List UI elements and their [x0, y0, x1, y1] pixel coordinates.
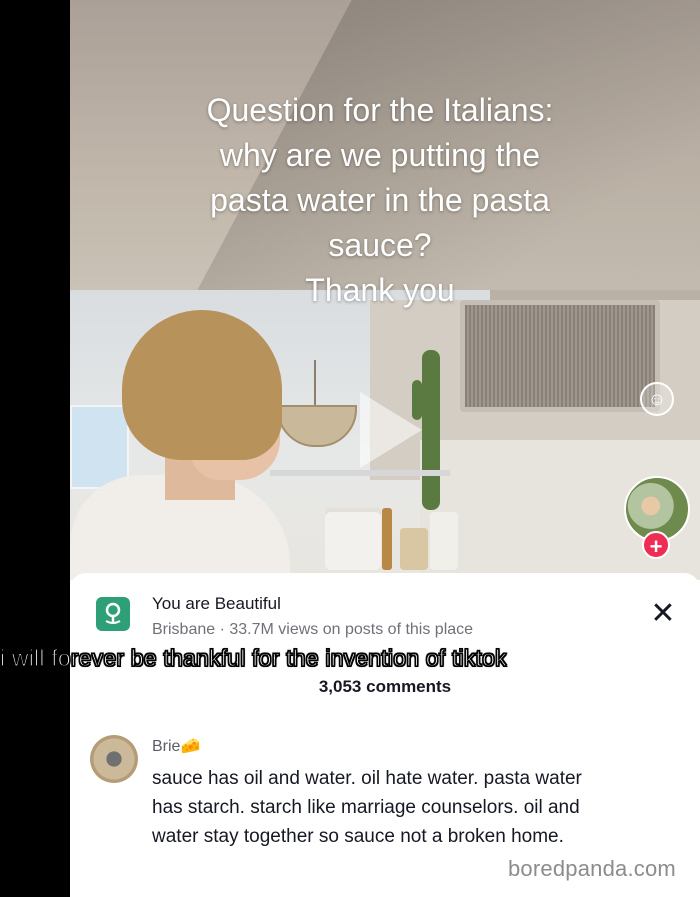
comment-text: sauce has oil and water. oil hate water.…	[152, 764, 692, 851]
comment-line: water stay together so sauce not a broke…	[152, 826, 564, 847]
cactus-plant	[422, 350, 440, 510]
shelf	[270, 470, 450, 476]
comment-line: sauce has oil and water. oil hate water.…	[152, 768, 582, 789]
location-pin-icon[interactable]	[96, 597, 130, 631]
question-line: Thank you	[305, 272, 455, 308]
person-hair	[122, 310, 282, 460]
place-subtitle: Brisbane · 33.7M views on posts of this …	[152, 621, 474, 638]
pot	[325, 512, 381, 570]
question-line: Question for the Italians:	[206, 92, 554, 128]
window	[70, 405, 129, 489]
site-credit: boredpanda.com	[508, 856, 676, 881]
place-name[interactable]: You are Beautiful	[152, 594, 281, 614]
reaction-icon[interactable]: ☺	[640, 382, 674, 416]
comment-line: has starch. starch like marriage counsel…	[152, 797, 580, 818]
video-frame[interactable]: Question for the Italians: why are we pu…	[70, 0, 700, 580]
question-line: sauce?	[328, 227, 432, 263]
glass-jar	[430, 512, 458, 570]
follow-button[interactable]: +	[642, 531, 670, 559]
sauce-jar	[400, 528, 428, 570]
close-icon[interactable]: ✕	[650, 599, 676, 629]
video-question-text: Question for the Italians: why are we pu…	[170, 88, 590, 313]
lamp-wire	[314, 360, 316, 406]
avatar[interactable]	[90, 735, 138, 783]
oil-bottle	[382, 508, 392, 570]
play-icon[interactable]	[360, 392, 422, 468]
left-black-bar	[0, 0, 70, 897]
comment-author[interactable]: Brie🧀	[152, 736, 200, 756]
comments-count: 3,053 comments	[318, 677, 452, 696]
overlay-caption: i will forever be thankful for the inven…	[0, 644, 507, 671]
question-line: pasta water in the pasta	[210, 182, 550, 218]
range-hood-vent	[460, 300, 660, 412]
question-line: why are we putting the	[219, 137, 541, 173]
